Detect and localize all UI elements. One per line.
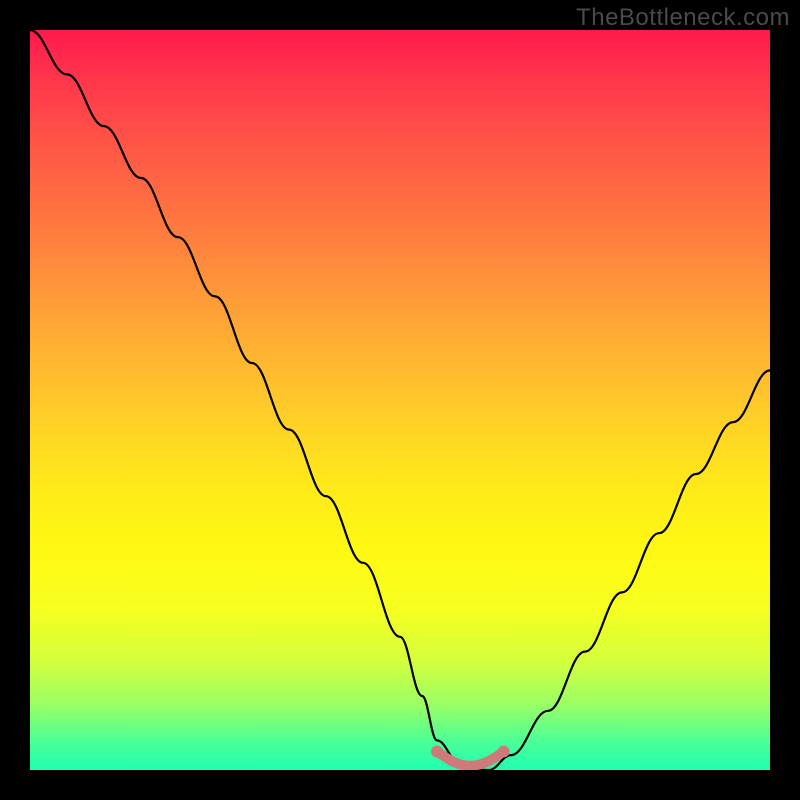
bottleneck-curve bbox=[30, 30, 770, 770]
plot-area bbox=[30, 30, 770, 770]
chart-canvas: TheBottleneck.com bbox=[0, 0, 800, 800]
bottom-band bbox=[30, 734, 770, 764]
curve-layer bbox=[30, 30, 770, 770]
watermark-text: TheBottleneck.com bbox=[576, 4, 790, 32]
